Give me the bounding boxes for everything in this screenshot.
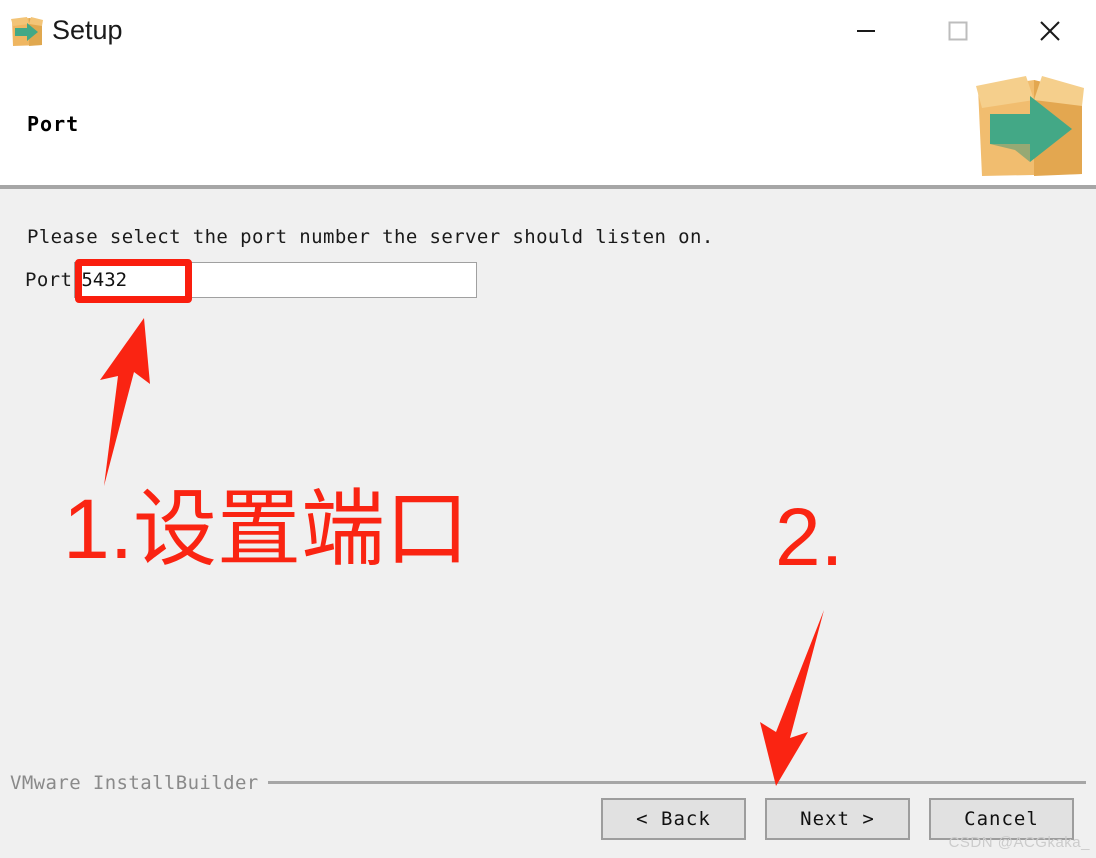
installer-box-arrow-icon [9, 15, 45, 49]
next-button[interactable]: Next > [765, 798, 910, 840]
wizard-header: Port [0, 62, 1096, 186]
installer-box-arrow-logo [968, 70, 1092, 184]
wizard-body: Please select the port number the server… [0, 189, 1096, 858]
back-button[interactable]: < Back [601, 798, 746, 840]
titlebar: Setup [0, 0, 1096, 62]
port-input[interactable] [74, 262, 478, 298]
maximize-icon[interactable] [912, 0, 1004, 62]
footer-divider [268, 781, 1086, 784]
wizard-buttons: < Back Next > Cancel [0, 798, 1096, 844]
minimize-icon[interactable] [820, 0, 912, 62]
port-field-row: Port [25, 262, 478, 298]
setup-wizard-window: Setup Port Please select the port number… [0, 0, 1096, 858]
window-title: Setup [52, 15, 123, 45]
window-controls [820, 0, 1096, 62]
watermark: CSDN @ACGkaka_ [948, 834, 1090, 851]
installbuilder-brand: VMware InstallBuilder [10, 772, 259, 794]
close-icon[interactable] [1004, 0, 1096, 62]
page-title: Port [27, 112, 80, 136]
port-label: Port [25, 269, 73, 291]
instruction-text: Please select the port number the server… [27, 226, 714, 248]
